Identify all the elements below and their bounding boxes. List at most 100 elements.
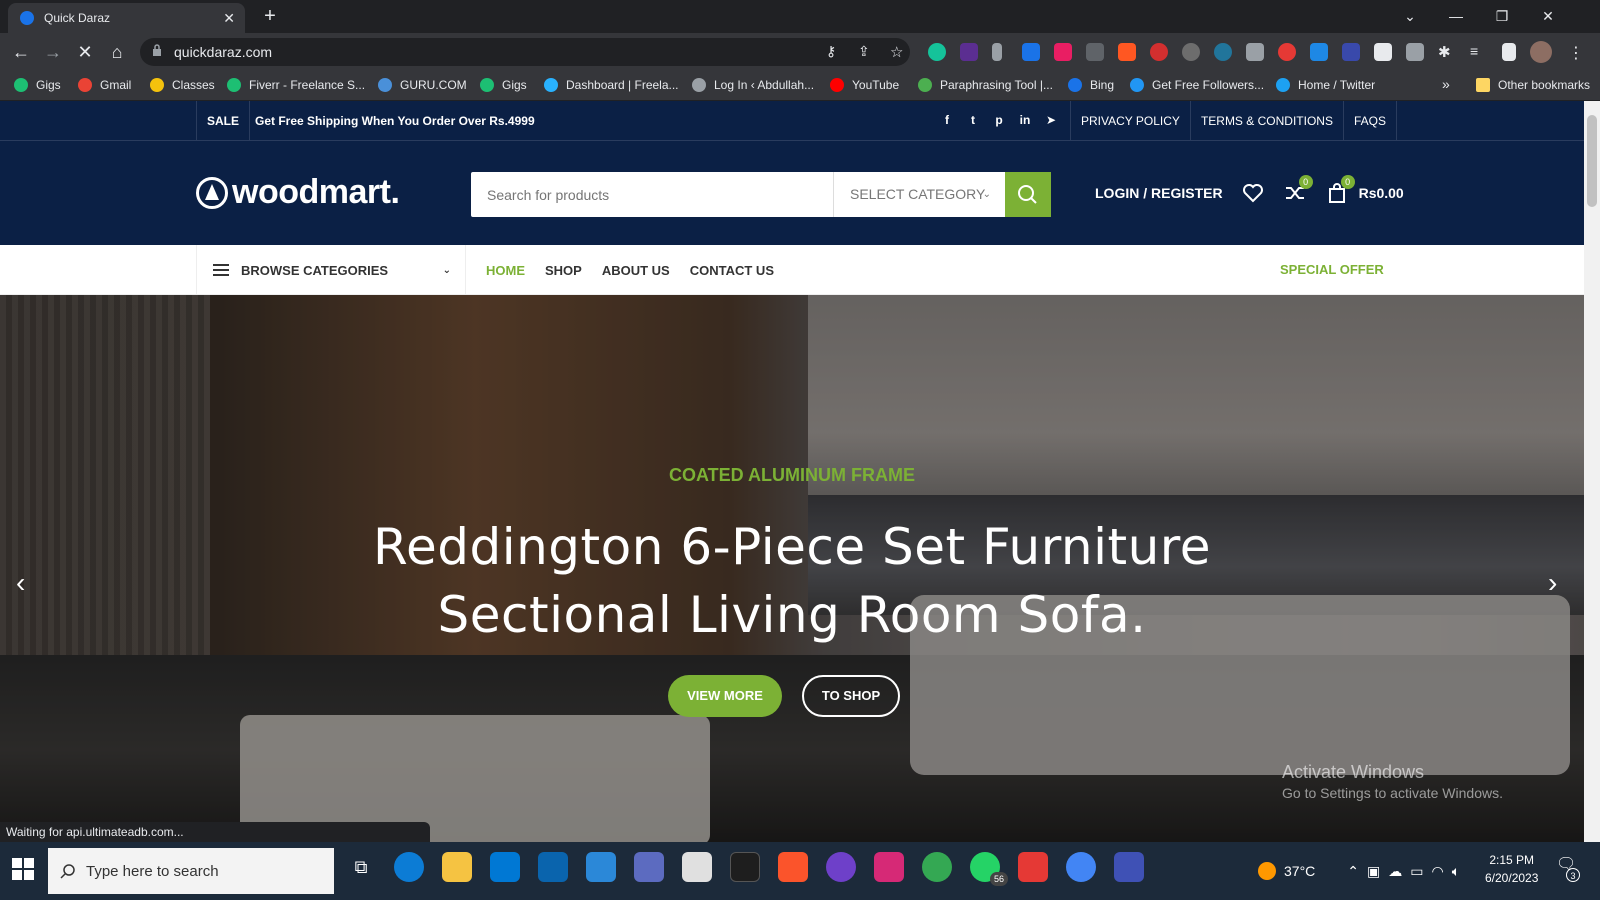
cart-total[interactable]: Rs0.00 [1359,185,1404,201]
site-logo[interactable]: woodmart. [196,173,400,212]
stop-loading-button[interactable]: ✕ [73,40,97,64]
bookmark-item[interactable]: Dashboard | Freela... [544,78,679,92]
tray-chevron-up-icon[interactable]: ⌃ [1347,863,1359,880]
bookmark-item[interactable]: Log In ‹ Abdullah... [692,78,814,92]
forward-button[interactable]: → [41,40,65,64]
weather-temperature[interactable]: 37°C [1284,863,1315,879]
nav-contact-us[interactable]: CONTACT US [690,263,774,278]
special-offer-link[interactable]: SPECIAL OFFER [1280,262,1384,277]
category-select[interactable]: SELECT CATEGORY ⌄ [833,172,1005,217]
bookmark-item[interactable]: Gigs [480,78,527,92]
bookmark-item[interactable]: Classes [150,78,215,92]
nav-about-us[interactable]: ABOUT US [602,263,670,278]
brave-icon[interactable] [778,852,808,882]
bookmark-item[interactable]: GURU.COM [378,78,467,92]
app-icon-7[interactable] [634,852,664,882]
github-icon[interactable] [826,852,856,882]
bookmark-item[interactable]: Fiverr - Freelance S... [227,78,365,92]
extension-icon-15[interactable] [1374,43,1392,61]
extension-icon-6[interactable] [1086,43,1104,61]
tab-search-icon[interactable]: ⌄ [1390,4,1430,28]
file-explorer-icon[interactable] [442,852,472,882]
back-button[interactable]: ← [9,40,33,64]
wishlist-button[interactable] [1241,181,1265,205]
bookmark-item[interactable]: Bing [1068,78,1114,92]
windows-start-icon[interactable] [12,858,34,880]
side-panel-icon[interactable] [1502,43,1516,61]
bookmark-item[interactable]: Gigs [14,78,61,92]
mail-extension-icon[interactable] [1406,43,1424,61]
terms-conditions-link[interactable]: TERMS & CONDITIONS [1189,101,1343,141]
cart-button[interactable]: 0 [1325,175,1355,205]
twitter-icon[interactable]: t [966,113,980,127]
login-register-link[interactable]: LOGIN / REGISTER [1095,185,1223,201]
microsoft-store-icon[interactable] [490,852,520,882]
instagram-icon[interactable] [874,852,904,882]
bookmarks-overflow-button[interactable]: » [1442,76,1450,92]
app-icon-17[interactable] [1114,852,1144,882]
weather-sun-icon[interactable] [1258,862,1276,880]
wordpress-blue-extension-icon[interactable] [1214,43,1232,61]
compare-button[interactable]: 0 [1283,175,1313,205]
new-tab-button[interactable]: + [258,5,282,29]
wifi-icon[interactable]: ◠ [1431,863,1443,880]
page-scrollbar[interactable] [1584,101,1600,842]
vscode-icon[interactable] [586,852,616,882]
fo-extension-icon[interactable] [1278,43,1296,61]
window-close-button[interactable]: ✕ [1528,4,1568,28]
address-bar[interactable]: quickdaraz.com [140,38,910,66]
search-button[interactable] [1005,172,1051,217]
bookmark-item[interactable]: YouTube [830,78,899,92]
chrome-icon[interactable] [922,852,952,882]
to-shop-button[interactable]: TO SHOP [802,675,900,717]
tab-close-icon[interactable]: ✕ [223,10,235,27]
profile-avatar[interactable] [1530,41,1552,63]
key-icon[interactable]: ⚷ [826,43,844,61]
nav-shop[interactable]: SHOP [545,263,582,278]
other-bookmarks-folder[interactable]: Other bookmarks [1476,78,1590,92]
meet-now-icon[interactable]: ▣ [1367,863,1380,880]
extension-icon-3[interactable] [992,43,1002,61]
x-extension-icon[interactable] [1054,43,1072,61]
taskbar-clock[interactable]: 2:15 PM 6/20/2023 [1485,851,1538,887]
shield-extension-icon[interactable] [1022,43,1040,61]
task-view-icon[interactable]: ⧉ [346,852,376,882]
nav-home[interactable]: HOME [486,263,525,278]
minimize-button[interactable]: — [1436,4,1476,28]
bookmark-item[interactable]: Gmail [78,78,131,92]
anydesk-icon[interactable] [1018,852,1048,882]
volume-icon[interactable]: 🔈︎ [1452,863,1460,880]
linkedin-icon[interactable]: in [1018,113,1032,127]
browser-tab[interactable]: Quick Daraz ✕ [8,3,245,33]
extensions-puzzle-icon[interactable]: ✱ [1438,43,1456,61]
slider-prev-arrow-icon[interactable]: ‹ [16,567,25,599]
facebook-icon[interactable]: f [940,113,954,127]
sale-label[interactable]: SALE [196,101,251,141]
dev-icon[interactable] [730,852,760,882]
menu-kebab-icon[interactable]: ⋮ [1568,43,1586,62]
privacy-policy-link[interactable]: PRIVACY POLICY [1070,101,1190,141]
share-icon[interactable]: ⇪ [858,43,876,61]
onedrive-icon[interactable]: ☁ [1388,863,1402,880]
taskbar-search[interactable]: Type here to search [48,848,334,894]
chrome-active-icon[interactable] [1066,852,1096,882]
search-input[interactable] [471,172,833,217]
slider-next-arrow-icon[interactable]: › [1548,567,1557,599]
browse-categories-dropdown[interactable]: BROWSE CATEGORIES ⌄ [196,245,466,295]
mail-icon[interactable] [538,852,568,882]
extension-icon-7[interactable] [1118,43,1136,61]
telegram-icon[interactable]: ➤ [1044,113,1058,127]
pinterest-icon[interactable]: p [992,113,1006,127]
camera-extension-icon[interactable] [1246,43,1264,61]
view-more-button[interactable]: VIEW MORE [668,675,782,717]
zip-extension-icon[interactable] [1342,43,1360,61]
wordpress-extension-icon[interactable] [1182,43,1200,61]
home-button[interactable]: ⌂ [105,40,129,64]
bookmark-item[interactable]: Get Free Followers... [1130,78,1264,92]
bookmark-star-icon[interactable]: ☆ [890,43,908,61]
edge-icon[interactable] [394,852,424,882]
reading-list-icon[interactable]: ≡ [1470,43,1488,61]
block-extension-icon[interactable] [1150,43,1168,61]
extension-icon-2[interactable] [960,43,978,61]
grammarly-extension-icon[interactable] [928,43,946,61]
